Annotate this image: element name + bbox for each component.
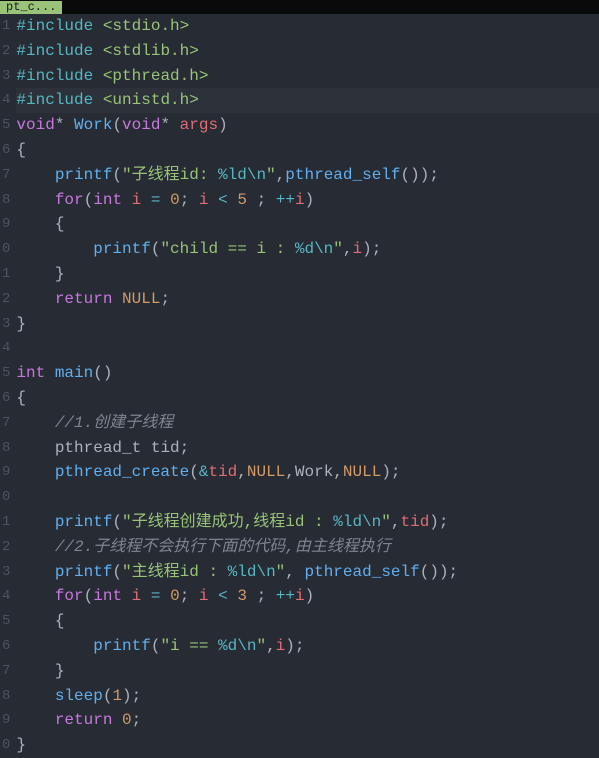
line-number: 6 — [2, 386, 10, 411]
line-number: 8 — [2, 684, 10, 709]
tab-bar: pt_c... — [0, 0, 599, 14]
line-number: 8 — [2, 188, 10, 213]
code-line: for(int i = 0; i < 5 ; ++i) — [16, 188, 599, 213]
line-number: 0 — [2, 237, 10, 262]
code-line: { — [16, 386, 599, 411]
code-line: return 0; — [16, 708, 599, 733]
line-number: 3 — [2, 64, 10, 89]
line-number: 9 — [2, 212, 10, 237]
line-number: 8 — [2, 436, 10, 461]
code-line: #include <pthread.h> — [16, 64, 599, 89]
line-number: 7 — [2, 411, 10, 436]
line-number: 1 — [2, 510, 10, 535]
code-line-highlighted: #include <unistd.h> — [16, 88, 599, 113]
code-line: } — [16, 733, 599, 758]
code-line: int main() — [16, 361, 599, 386]
code-line: printf("主线程id : %ld\n", pthread_self()); — [16, 560, 599, 585]
line-number: 9 — [2, 460, 10, 485]
code-line: //1.创建子线程 — [16, 411, 599, 436]
code-line: printf("子线程创建成功,线程id : %ld\n",tid); — [16, 510, 599, 535]
line-number: 1 — [2, 262, 10, 287]
code-line: for(int i = 0; i < 3 ; ++i) — [16, 584, 599, 609]
line-number: 0 — [2, 485, 10, 510]
code-editor[interactable]: 1 2 3 4 5 6 7 8 9 0 1 2 3 4 5 6 7 8 9 0 … — [0, 14, 599, 758]
code-line: sleep(1); — [16, 684, 599, 709]
line-number: 2 — [2, 39, 10, 64]
line-number: 4 — [2, 336, 10, 361]
code-line: } — [16, 312, 599, 337]
line-number: 4 — [2, 88, 10, 113]
line-number: 5 — [2, 361, 10, 386]
code-line: //2.子线程不会执行下面的代码,由主线程执行 — [16, 535, 599, 560]
code-line — [16, 336, 599, 361]
code-line: pthread_t tid; — [16, 436, 599, 461]
code-line: pthread_create(&tid,NULL,Work,NULL); — [16, 460, 599, 485]
code-line: printf("child == i : %d\n",i); — [16, 237, 599, 262]
code-line: } — [16, 659, 599, 684]
line-gutter: 1 2 3 4 5 6 7 8 9 0 1 2 3 4 5 6 7 8 9 0 … — [0, 14, 14, 758]
code-area[interactable]: #include <stdio.h> #include <stdlib.h> #… — [14, 14, 599, 758]
code-line: void* Work(void* args) — [16, 113, 599, 138]
code-line — [16, 485, 599, 510]
line-number: 5 — [2, 609, 10, 634]
code-line: printf("子线程id: %ld\n",pthread_self()); — [16, 163, 599, 188]
line-number: 9 — [2, 708, 10, 733]
line-number: 4 — [2, 584, 10, 609]
code-line: #include <stdio.h> — [16, 14, 599, 39]
code-line: printf("i == %d\n",i); — [16, 634, 599, 659]
line-number: 7 — [2, 163, 10, 188]
line-number: 3 — [2, 312, 10, 337]
code-line: #include <stdlib.h> — [16, 39, 599, 64]
line-number: 6 — [2, 634, 10, 659]
line-number: 6 — [2, 138, 10, 163]
line-number: 1 — [2, 14, 10, 39]
code-line: { — [16, 609, 599, 634]
line-number: 7 — [2, 659, 10, 684]
line-number: 3 — [2, 560, 10, 585]
code-line: { — [16, 212, 599, 237]
active-tab[interactable]: pt_c... — [0, 1, 62, 14]
line-number: 0 — [2, 733, 10, 758]
code-line: } — [16, 262, 599, 287]
line-number: 2 — [2, 535, 10, 560]
line-number: 2 — [2, 287, 10, 312]
code-line: return NULL; — [16, 287, 599, 312]
code-line: { — [16, 138, 599, 163]
line-number: 5 — [2, 113, 10, 138]
